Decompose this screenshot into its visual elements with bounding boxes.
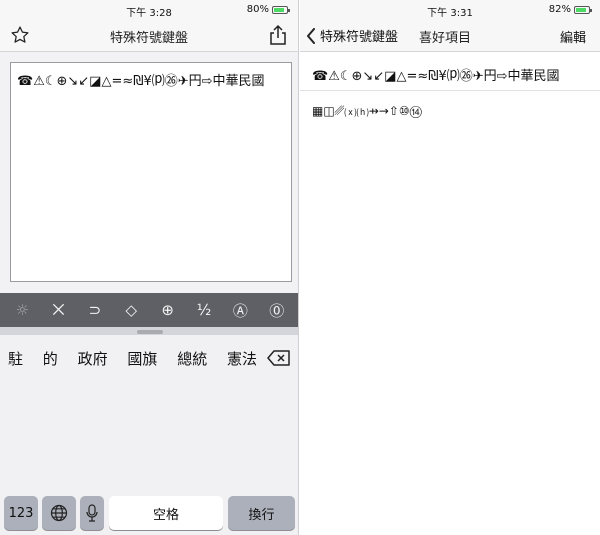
chevron-left-icon xyxy=(307,27,315,44)
page-title: 特殊符號鍵盤 xyxy=(109,31,188,46)
page-title: 喜好項目 xyxy=(418,31,471,46)
suggestion-item[interactable]: 總統 xyxy=(177,348,207,369)
favorite-item[interactable]: ▦◫␥⒳⒣⇸→⇧⑩⑭ xyxy=(312,104,422,119)
space-key[interactable]: 空格 xyxy=(109,496,223,530)
symbol-tab-diamond[interactable]: ◇ xyxy=(117,301,145,319)
symbol-tab-circled-letter[interactable]: Ⓐ xyxy=(226,300,254,321)
symbol-tab-superset[interactable]: ⊃ xyxy=(81,301,109,319)
status-bar: 下午 3:28 80% xyxy=(0,0,298,19)
symbol-category-bar: ☼ ⨉ ⊃ ◇ ⊕ ½ Ⓐ ⓪ xyxy=(0,293,298,327)
battery-fill xyxy=(576,7,586,12)
symbol-tab-circled-plus[interactable]: ⊕ xyxy=(154,301,182,319)
keyboard-app-screen: 下午 3:28 80% 特殊符號鍵盤 ☎⚠☾⊕↘↙◪△=≈₪¥⒫㉖✈円⇨中華民國… xyxy=(0,0,299,535)
system-keyboard: 駐 的 政府 國旗 總統 憲法 123 空格 換行 xyxy=(0,327,298,535)
symbol-tab-cross[interactable]: ⨉ xyxy=(45,301,73,319)
battery-icon xyxy=(574,5,592,14)
delete-key-icon[interactable] xyxy=(265,348,293,368)
battery-percent: 82% xyxy=(548,4,571,15)
suggestion-item[interactable]: 政府 xyxy=(78,348,108,369)
share-icon[interactable] xyxy=(266,23,290,47)
symbol-text-editor[interactable]: ☎⚠☾⊕↘↙◪△=≈₪¥⒫㉖✈円⇨中華民國 xyxy=(10,62,292,282)
battery-percent: 80% xyxy=(246,4,269,15)
suggestion-item[interactable]: 的 xyxy=(43,348,58,369)
key-area: 123 空格 換行 xyxy=(0,381,298,535)
battery-indicator: 80% xyxy=(246,4,290,15)
microphone-icon xyxy=(86,504,98,522)
divider xyxy=(300,90,600,91)
suggestion-item[interactable]: 駐 xyxy=(8,348,23,369)
favorite-item[interactable]: ☎⚠☾⊕↘↙◪△=≈₪¥⒫㉖✈円⇨中華民國 xyxy=(312,65,560,84)
battery-indicator: 82% xyxy=(548,4,592,15)
battery-icon xyxy=(272,5,290,14)
favorites-screen: 下午 3:31 82% 特殊符號鍵盤 喜好項目 編輯 ☎⚠☾⊕↘↙◪△=≈₪¥⒫… xyxy=(300,0,600,535)
editor-text[interactable]: ☎⚠☾⊕↘↙◪△=≈₪¥⒫㉖✈円⇨中華民國 xyxy=(11,63,291,96)
symbol-tab-fraction[interactable]: ½ xyxy=(190,301,218,319)
symbol-tab-circled-number[interactable]: ⓪ xyxy=(263,300,291,321)
globe-icon xyxy=(50,504,68,522)
numbers-key[interactable]: 123 xyxy=(4,496,38,530)
suggestion-bar: 駐 的 政府 國旗 總統 憲法 xyxy=(0,335,298,381)
globe-key[interactable] xyxy=(42,496,76,530)
drag-handle[interactable] xyxy=(137,330,163,334)
suggestion-item[interactable]: 國旗 xyxy=(127,348,157,369)
navigation-bar: 特殊符號鍵盤 喜好項目 編輯 xyxy=(300,18,600,52)
return-key[interactable]: 換行 xyxy=(228,496,295,530)
edit-button[interactable]: 編輯 xyxy=(560,27,586,46)
battery-fill xyxy=(274,7,284,12)
dictation-key[interactable] xyxy=(80,496,104,530)
symbol-tab-sun[interactable]: ☼ xyxy=(8,301,36,319)
status-bar: 下午 3:31 82% xyxy=(300,0,600,19)
suggestion-item[interactable]: 憲法 xyxy=(227,348,257,369)
navigation-bar: 特殊符號鍵盤 xyxy=(0,18,298,52)
